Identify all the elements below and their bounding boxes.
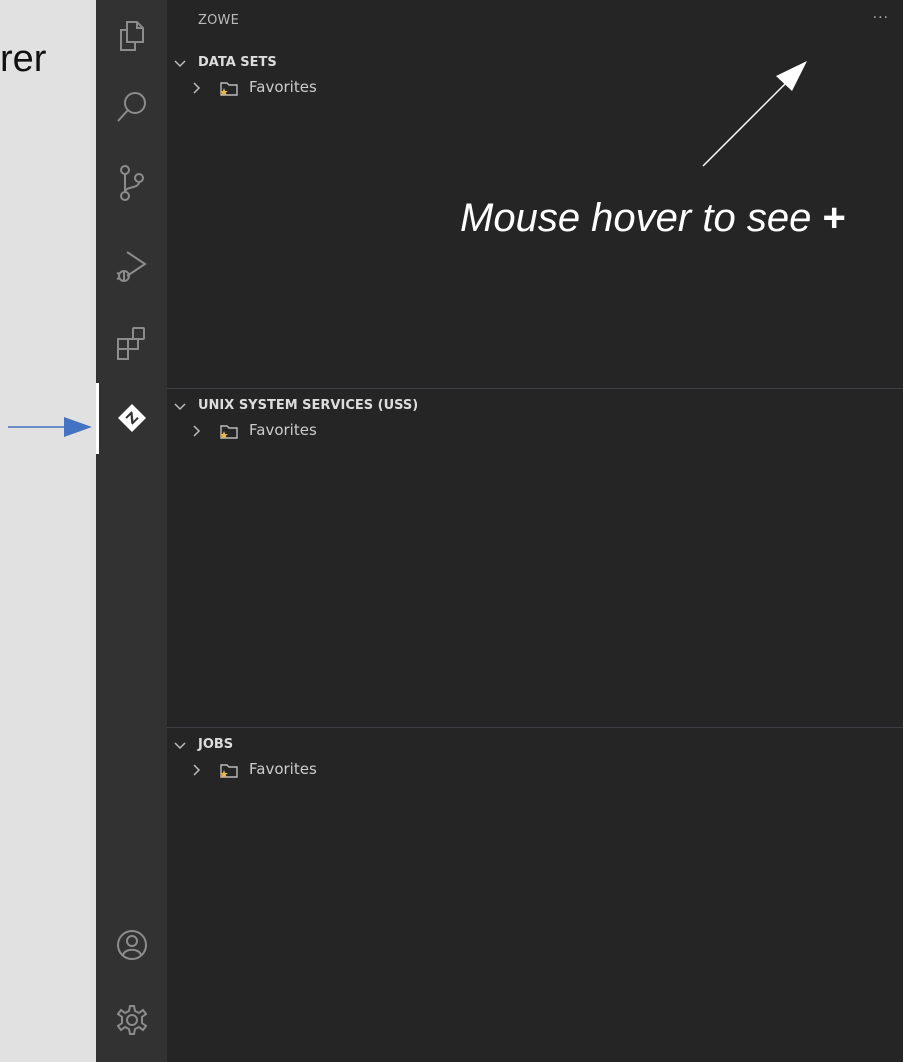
annotation-text: Mouse hover to see: [460, 196, 812, 240]
plus-symbol: +: [822, 196, 846, 240]
tree-item-favorites[interactable]: Favorites: [167, 420, 903, 442]
account-icon[interactable]: [96, 910, 167, 980]
pointer-arrow: [8, 417, 92, 437]
section-header-jobs[interactable]: JOBS: [167, 735, 903, 757]
annotation-arrow: [702, 61, 807, 167]
zowe-icon[interactable]: Z: [96, 383, 167, 453]
favorites-folder-icon: [220, 764, 238, 778]
hover-annotation: Mouse hover to see +: [460, 196, 890, 241]
explorer-icon[interactable]: [96, 0, 167, 70]
section-header-uss[interactable]: UNIX SYSTEM SERVICES (USS): [167, 396, 903, 418]
section-title: UNIX SYSTEM SERVICES (USS): [198, 398, 419, 413]
left-panel-text: rer: [0, 38, 47, 80]
zowe-sidebar: ZOWE ··· DATA SETS Favorites UNIX SYSTEM…: [167, 0, 903, 1062]
tree-item-favorites[interactable]: Favorites: [167, 759, 903, 781]
section-title: JOBS: [198, 737, 234, 752]
favorites-folder-icon: [220, 425, 238, 439]
section-divider: [167, 727, 903, 728]
source-control-icon[interactable]: [96, 148, 167, 218]
chevron-right-icon: [193, 425, 201, 437]
chevron-right-icon: [193, 764, 201, 776]
chevron-down-icon: [174, 742, 186, 750]
settings-gear-icon[interactable]: [96, 985, 167, 1055]
tree-item-label: Favorites: [249, 760, 317, 778]
search-icon[interactable]: [96, 72, 167, 142]
section-divider: [167, 388, 903, 389]
chevron-down-icon: [174, 403, 186, 411]
extensions-icon[interactable]: [96, 308, 167, 378]
activity-bar: Z: [96, 0, 167, 1062]
tree-item-label: Favorites: [249, 421, 317, 439]
run-debug-icon[interactable]: [96, 230, 167, 300]
left-panel: rer: [0, 0, 96, 1062]
